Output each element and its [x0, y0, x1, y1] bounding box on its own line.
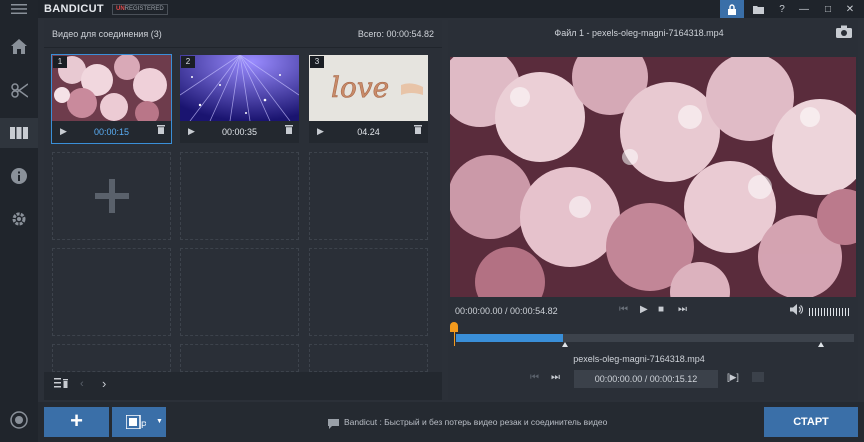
stop-icon[interactable]: ■	[658, 304, 664, 315]
segment-prev-icon[interactable]: ⏮	[530, 372, 539, 383]
clip-duration: 00:00:15	[93, 127, 130, 137]
join-list-title: Видео для соединения (3)	[52, 29, 162, 39]
playhead-line	[454, 330, 455, 346]
clip-thumbnail[interactable]: 2	[180, 55, 299, 121]
segment-timeline[interactable]	[456, 334, 854, 342]
clip-card[interactable]: 2 ▶ 00:00:35	[180, 55, 299, 143]
film-icon: P	[126, 415, 146, 429]
volume-icon[interactable]	[790, 304, 803, 318]
clip-duration: 04.24	[357, 127, 380, 137]
player-controls: 00:00:00.00 / 00:00:54.82 ⏮ ▶ ■ ⏭	[448, 302, 858, 322]
info-icon[interactable]	[9, 166, 29, 186]
delete-icon[interactable]	[414, 125, 422, 137]
app-logo: BANDICUT	[44, 3, 104, 15]
prev-page-icon[interactable]: ‹	[80, 378, 84, 390]
add-video-button[interactable]: +	[44, 407, 109, 437]
segment-mark-icon[interactable]	[752, 372, 764, 385]
unregistered-badge: UNREGISTERED	[112, 4, 168, 15]
prev-frame-icon[interactable]: ⏮	[619, 304, 628, 315]
bottom-bar: + P ▼ Bandicut : Быстрый и без потерь ви…	[38, 402, 864, 442]
join-list-footer: ‹ ›	[44, 372, 442, 400]
settings-icon[interactable]	[9, 209, 29, 229]
empty-slot	[309, 344, 428, 372]
segment-end-handle[interactable]	[562, 342, 568, 347]
segment-time: 00:00:00.00 / 00:00:15.12	[574, 370, 718, 388]
segment-frame-icon[interactable]: [▶]	[727, 372, 739, 383]
delete-icon[interactable]	[157, 125, 165, 137]
clip-number: 2	[181, 56, 195, 68]
add-clip-slot[interactable]	[52, 152, 171, 240]
clip-end-handle[interactable]	[818, 342, 824, 347]
segment-next-icon[interactable]: ⏭	[551, 372, 560, 383]
menu-icon[interactable]	[9, 0, 29, 18]
play-icon[interactable]: ▶	[640, 304, 648, 315]
clip-thumbnail[interactable]: love 3	[309, 55, 428, 121]
start-button[interactable]: СТАРТ	[764, 407, 858, 437]
join-list-total: Всего: 00:00:54.82	[357, 29, 434, 39]
add-icon	[95, 179, 129, 213]
maximize-icon[interactable]: □	[818, 0, 838, 18]
folder-icon[interactable]	[748, 0, 768, 18]
join-icon[interactable]	[9, 123, 29, 143]
clip-number: 1	[53, 56, 67, 68]
next-page-icon[interactable]: ›	[102, 376, 106, 391]
next-frame-icon[interactable]: ⏭	[678, 304, 687, 315]
clear-list-icon[interactable]	[54, 378, 68, 391]
minimize-icon[interactable]: —	[794, 0, 814, 18]
segment-range	[456, 334, 564, 342]
empty-slot	[52, 248, 171, 336]
clip-controls: ▶ 00:00:35	[180, 121, 299, 143]
svg-text:love: love	[331, 71, 389, 104]
home-icon[interactable]	[9, 36, 29, 56]
volume-slider[interactable]	[809, 308, 851, 316]
clip-controls: ▶ 04.24	[309, 121, 428, 143]
help-icon[interactable]: ?	[772, 0, 792, 18]
snapshot-camera-icon[interactable]	[836, 25, 852, 39]
clip-number: 3	[310, 56, 324, 68]
empty-slot	[180, 248, 299, 336]
join-list-panel: Видео для соединения (3) Всего: 00:00:54…	[44, 20, 442, 400]
join-list-header: Видео для соединения (3) Всего: 00:00:54…	[44, 20, 442, 48]
empty-slot	[180, 344, 299, 372]
preview-file-title: Файл 1 - pexels-oleg-magni-7164318.mp4	[554, 28, 724, 38]
title-bar: BANDICUT UNREGISTERED ? — □ ✕	[0, 0, 864, 18]
info-message: Bandicut : Быстрый и без потерь видео ре…	[344, 417, 608, 427]
message-icon	[328, 416, 339, 434]
clip-thumbnail[interactable]: 1	[52, 55, 171, 121]
empty-slot	[309, 152, 428, 240]
record-icon[interactable]	[9, 410, 29, 430]
empty-slot	[52, 344, 171, 372]
lock-icon[interactable]	[720, 0, 744, 18]
join-mode-button[interactable]: P ▼	[112, 407, 166, 437]
empty-slot	[309, 248, 428, 336]
segment-controls: ⏮ ⏭ 00:00:00.00 / 00:00:15.12 [▶]	[448, 370, 858, 390]
clip-card[interactable]: 1 ▶ 00:00:15	[51, 54, 172, 144]
cut-icon[interactable]	[9, 80, 29, 100]
playback-time: 00:00:00.00 / 00:00:54.82	[455, 306, 558, 316]
segment-file-name: pexels-oleg-magni-7164318.mp4	[573, 354, 705, 364]
empty-slot	[180, 152, 299, 240]
clip-duration: 00:00:35	[221, 127, 258, 137]
chevron-down-icon: ▼	[156, 418, 163, 425]
clip-card[interactable]: love 3 ▶ 04.24	[309, 55, 428, 143]
preview-panel: Файл 1 - pexels-oleg-magni-7164318.mp4 0…	[448, 20, 858, 400]
sidebar	[0, 0, 38, 442]
delete-icon[interactable]	[285, 125, 293, 137]
close-icon[interactable]: ✕	[840, 0, 860, 18]
video-preview[interactable]	[450, 57, 856, 297]
clip-controls: ▶ 00:00:15	[52, 121, 171, 143]
svg-text:P: P	[141, 420, 146, 429]
